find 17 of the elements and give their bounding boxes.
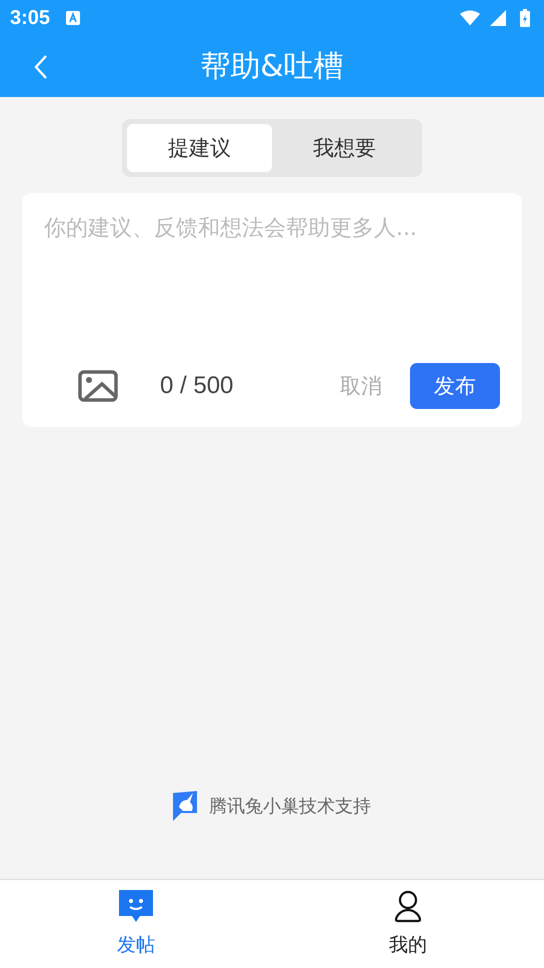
tab[interactable]: 提建议	[127, 124, 272, 172]
publish-button[interactable]: 发布	[410, 363, 500, 409]
character-counter: 0 / 500	[160, 372, 234, 400]
status-time: 3:05	[10, 6, 50, 30]
back-icon[interactable]	[34, 54, 48, 80]
nav-tab[interactable]: 我的	[272, 880, 544, 968]
wifi-icon	[460, 10, 480, 26]
battery-icon	[520, 9, 530, 27]
signal-icon	[488, 10, 508, 26]
notification-icon	[66, 11, 80, 25]
tab[interactable]: 我想要	[272, 124, 417, 172]
page-title: 帮助&吐槽	[200, 48, 344, 86]
image-icon[interactable]	[78, 370, 118, 402]
nav-tab[interactable]: 发帖	[0, 880, 272, 968]
chat-smile-icon	[118, 890, 154, 924]
feedback-field[interactable]: 你的建议、反馈和想法会帮助更多人...	[22, 193, 522, 363]
credit-text: 腾讯兔小巢技术支持	[209, 795, 371, 818]
